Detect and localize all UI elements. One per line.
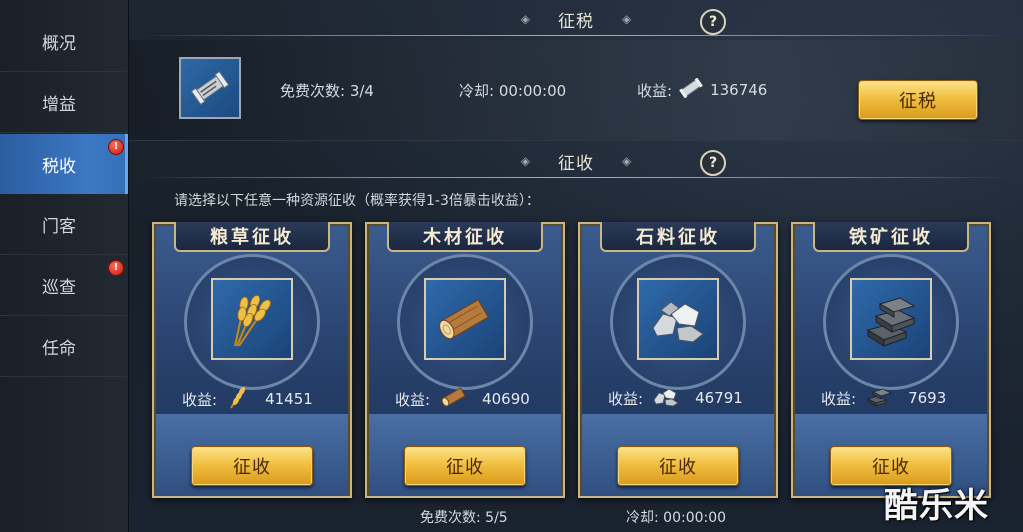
collect-free-count: 免费次数: 5/5 — [420, 510, 508, 526]
ornament-icon: ◈ — [622, 154, 632, 168]
instruction-text: 请选择以下任意一种资源征收（概率获得1-3倍暴击收益）： — [174, 193, 540, 209]
card-title: 铁矿征收 — [813, 222, 969, 252]
sidebar-item-retainers[interactable]: 门客 — [0, 195, 128, 255]
tax-scroll-icon — [179, 57, 241, 119]
sidebar-item-label: 概况 — [42, 34, 76, 54]
sidebar-item-label: 巡查 — [42, 278, 76, 298]
wood-log-icon — [424, 278, 506, 360]
collect-stone-button[interactable]: 征收 — [617, 446, 739, 486]
section-title: 征税 — [558, 11, 594, 32]
sidebar-item-tax[interactable]: 税收 ! — [0, 134, 128, 194]
yield-value: 41451 — [265, 390, 313, 408]
tax-income: 收益: 136746 — [637, 77, 768, 102]
card-yield: 收益: 40690 — [395, 384, 530, 414]
yield-label: 收益: — [182, 390, 218, 409]
income-label: 收益: — [637, 81, 673, 100]
sidebar-item-label: 增益 — [42, 95, 76, 115]
sidebar-item-buffs[interactable]: 增益 — [0, 73, 128, 133]
collect-cooldown: 冷却: 00:00:00 — [626, 510, 727, 526]
yield-value: 40690 — [482, 390, 530, 408]
iron-ingot-icon — [850, 278, 932, 360]
help-icon[interactable]: ? — [700, 150, 726, 176]
sidebar-item-appoint[interactable]: 任命 — [0, 317, 128, 377]
card-yield: 收益: 7693 — [821, 384, 946, 412]
sidebar-item-label: 门客 — [42, 217, 76, 237]
main-panel: ◈ 征税 ◈ ? 免费次数: 3/4 冷却: 00:00:00 收益: 1367… — [129, 0, 1023, 532]
ornament-icon: ◈ — [622, 12, 632, 26]
alert-badge: ! — [108, 139, 124, 155]
collect-grain-button[interactable]: 征收 — [191, 446, 313, 486]
tax-section-header: ◈ 征税 ◈ — [129, 0, 1023, 38]
watermark-logo: 酷乐米 — [884, 486, 989, 526]
sidebar: 概况 增益 税收 ! 门客 巡查 ! 任命 — [0, 0, 129, 532]
resource-card-wood: 木材征收 收益: 40690 征收 — [365, 222, 565, 498]
divider — [139, 35, 1013, 36]
tax-button[interactable]: 征税 — [858, 80, 978, 120]
card-yield: 收益: 46791 — [608, 384, 743, 412]
resource-card-stone: 石料征收 收益: 46791 征收 — [578, 222, 778, 498]
ornament-icon: ◈ — [520, 12, 530, 26]
help-icon[interactable]: ? — [700, 9, 726, 35]
yield-value: 7693 — [908, 389, 947, 407]
stone-icon — [651, 384, 681, 412]
resource-card-iron: 铁矿征收 收益: 7693 征收 — [791, 222, 991, 498]
sidebar-item-label: 税收 — [42, 156, 76, 177]
card-title: 石料征收 — [600, 222, 756, 252]
scroll-icon — [678, 77, 704, 102]
alert-badge: ! — [108, 260, 124, 276]
yield-value: 46791 — [695, 389, 743, 407]
sidebar-item-label: 任命 — [42, 339, 76, 359]
ornament-icon: ◈ — [520, 154, 530, 168]
card-title: 粮草征收 — [174, 222, 330, 252]
section-title: 征收 — [558, 153, 594, 174]
collect-section-header: ◈ 征收 ◈ — [129, 142, 1023, 180]
wood-log-icon — [438, 384, 468, 414]
wheat-icon — [211, 278, 293, 360]
card-title: 木材征收 — [387, 222, 543, 252]
wheat-icon — [225, 384, 251, 414]
yield-label: 收益: — [608, 389, 644, 408]
yield-label: 收益: — [395, 390, 431, 409]
sidebar-item-patrol[interactable]: 巡查 ! — [0, 256, 128, 316]
income-value: 136746 — [710, 81, 768, 99]
yield-label: 收益: — [821, 389, 857, 408]
cooldown: 冷却: 00:00:00 — [459, 82, 567, 100]
resource-card-grain: 粮草征收 收益: 41451 征收 — [152, 222, 352, 498]
tax-row: 免费次数: 3/4 冷却: 00:00:00 收益: 136746 征税 — [129, 40, 1023, 141]
stone-icon — [637, 278, 719, 360]
sidebar-item-overview[interactable]: 概况 — [0, 12, 128, 72]
free-count: 免费次数: 3/4 — [280, 82, 374, 100]
iron-ingot-icon — [864, 384, 894, 412]
divider — [139, 177, 1013, 178]
collect-wood-button[interactable]: 征收 — [404, 446, 526, 486]
card-yield: 收益: 41451 — [182, 384, 313, 414]
